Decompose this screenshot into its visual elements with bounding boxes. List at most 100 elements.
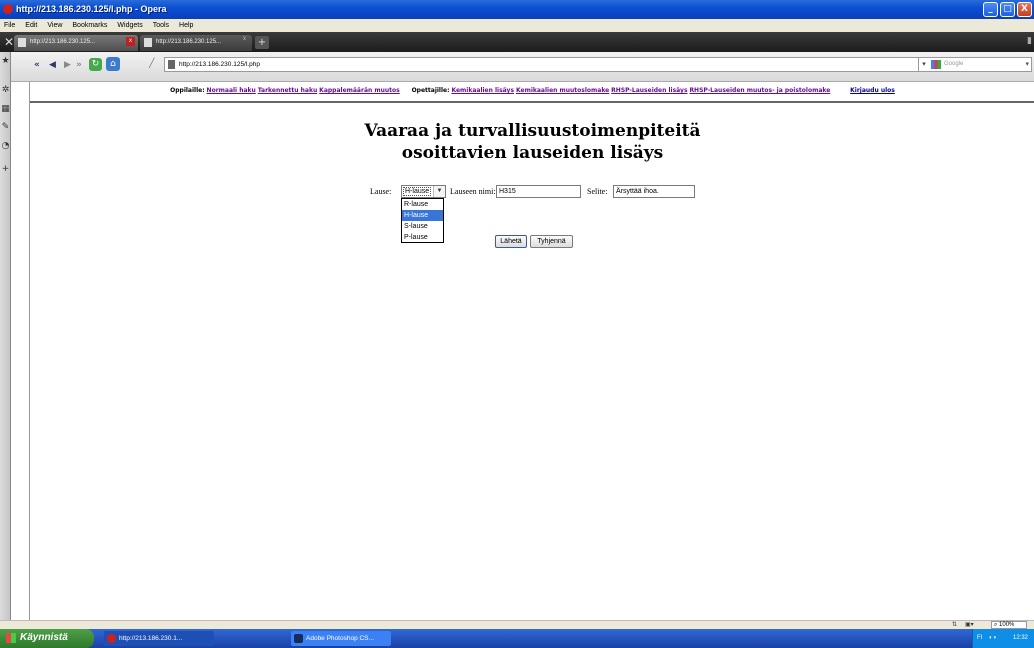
tab-2[interactable]: http://213.186.230.125... x [140,35,252,51]
option-r-lause[interactable]: R-lause [402,199,443,210]
opera-icon [3,4,13,14]
page-title-line-1: Vaaraa ja turvallisuustoimenpiteitä [364,121,701,141]
chevron-down-icon[interactable]: ▼ [433,186,445,197]
status-bar: ⇅ ▣▾ ⌕ 100% [0,620,1034,629]
link-logout[interactable]: Kirjaudu ulos [850,87,895,94]
minimize-button[interactable]: _ [983,2,998,17]
taskbar-item-photoshop[interactable]: Adobe Photoshop CS... [291,631,391,646]
page-title: Vaaraa ja turvallisuustoimenpiteitä osoi… [30,120,1034,164]
close-button[interactable]: X [1017,2,1032,17]
window-title: http://213.186.230.125/l.php - Opera [16,4,167,14]
tab-menu-icon[interactable]: ▮ [1027,36,1032,46]
option-s-lause[interactable]: S-lause [402,221,443,232]
tray-icons[interactable]: ◐◑ [989,635,996,641]
phrase-name-label: Lauseen nimi: [450,187,496,196]
google-icon [931,60,941,69]
rewind-icon[interactable]: « [34,60,40,70]
page-icon [18,38,26,47]
forward-icon[interactable]: ▶ [64,60,71,70]
notes-icon[interactable]: ✎ [0,122,11,132]
page-icon [144,38,152,47]
phrase-type-select[interactable]: H-lause ▼ [401,185,446,198]
language-indicator[interactable]: FI [977,635,982,641]
menu-bookmarks[interactable]: Bookmarks [72,22,107,29]
transfer-icon[interactable]: ⇅ [952,621,957,628]
menu-widgets[interactable]: Widgets [117,22,142,29]
page-icon [168,60,175,69]
tab-close-button[interactable]: x [240,35,249,44]
option-h-lause[interactable]: H-lause [402,210,443,221]
tab-1[interactable]: http://213.186.230.125... x [14,35,138,51]
tab-bar: ✕ http://213.186.230.125... x http://213… [0,32,1034,52]
window-controls: _ □ X [983,2,1032,17]
page-title-line-2: osoittavien lauseiden lisäys [401,143,664,163]
system-tray: FI ◐◑ 12:32 [972,629,1034,648]
menu-view[interactable]: View [47,22,62,29]
zoom-level: 100% [999,622,1015,628]
bookmarks-icon[interactable]: ★ [0,56,11,66]
search-placeholder: Google [944,61,964,67]
menu-file[interactable]: File [4,22,15,29]
side-panel: ★ ✲ ▦ ✎ ◔ + [0,52,11,628]
clock: 12:32 [1013,635,1029,641]
history-icon[interactable]: ◔ [0,141,11,151]
wand-icon[interactable]: ╱ [149,59,154,69]
link-rhsp-edit-delete-form[interactable]: RHSP-Lauseiden muutos- ja poistolomake [689,87,830,94]
view-icon[interactable]: ▣▾ [965,621,974,628]
fast-forward-icon[interactable]: » [76,60,82,70]
phrase-type-value: H-lause [403,187,432,196]
back-icon[interactable]: ◀ [49,60,56,70]
link-advanced-search[interactable]: Tarkennettu haku [258,87,318,94]
search-field[interactable]: ▾ Google ▾ [918,57,1032,72]
zoom-control[interactable]: ⌕ 100% [991,621,1027,629]
start-button[interactable]: Käynnistä [0,629,94,648]
submit-button[interactable]: Lähetä [495,235,527,248]
photoshop-icon [294,634,303,643]
chevron-down-icon[interactable]: ▾ [919,58,929,71]
menu-edit[interactable]: Edit [25,22,37,29]
phrase-type-options: R-lause H-lause S-lause P-lause [401,198,444,243]
downloads-icon[interactable]: ▦ [0,104,11,114]
address-field[interactable]: http://213.186.230.125/l.php [164,57,934,72]
teachers-label: Opettajille: [411,87,450,94]
address-toolbar: « ◀ ▶ » ↻ ⌂ ╱ http://213.186.230.125/l.p… [0,52,1034,82]
tab-label: http://213.186.230.125... [30,39,96,45]
menu-bar: File Edit View Bookmarks Widgets Tools H… [0,19,1034,32]
link-chemicals-edit-form[interactable]: Kemikaalien muutoslomake [516,87,609,94]
home-icon[interactable]: ⌂ [106,57,120,71]
phrase-name-input[interactable]: H315 [496,185,581,198]
top-navigation: Oppilaille: Normaali haku Tarkennettu ha… [30,87,1034,94]
reload-icon[interactable]: ↻ [89,58,102,71]
phrase-type-label: Lause: [370,187,392,196]
chevron-down-icon[interactable]: ▾ [1025,60,1029,68]
menu-help[interactable]: Help [179,22,193,29]
taskbar-item-opera[interactable]: http://213.186.230.1... [104,631,214,646]
option-p-lause[interactable]: P-lause [402,232,443,243]
taskbar-item-label: http://213.186.230.1... [119,635,183,642]
link-add-chemicals[interactable]: Kemikaalien lisäys [451,87,514,94]
divider [30,101,1034,103]
maximize-button[interactable]: □ [1000,2,1015,17]
students-label: Oppilaille: [170,87,205,94]
windows-logo-icon [6,633,16,643]
taskbar: Käynnistä http://213.186.230.1... Adobe … [0,629,1034,648]
link-add-rhsp-phrases[interactable]: RHSP-Lauseiden lisäys [611,87,687,94]
tab-label: http://213.186.230.125... [156,39,222,45]
address-url: http://213.186.230.125/l.php [179,61,260,68]
description-label: Selite: [587,187,608,196]
tools-icon[interactable]: ✕ [4,35,14,49]
add-panel-icon[interactable]: + [0,164,11,174]
page-content: Oppilaille: Normaali haku Tarkennettu ha… [29,82,1034,620]
link-normal-search[interactable]: Normaali haku [207,87,256,94]
widgets-icon[interactable]: ✲ [0,85,11,95]
start-label: Käynnistä [20,632,68,643]
new-tab-button[interactable]: + [255,36,269,49]
opera-icon [107,634,116,643]
window-titlebar: http://213.186.230.125/l.php - Opera _ □… [0,0,1034,19]
description-input[interactable]: Ärsyttää ihoa. [613,185,695,198]
tab-close-button[interactable]: x [126,37,135,46]
menu-tools[interactable]: Tools [153,22,169,29]
reset-button[interactable]: Tyhjennä [530,235,573,248]
link-quantity-change[interactable]: Kappalemäärän muutos [319,87,400,94]
taskbar-item-label: Adobe Photoshop CS... [306,635,374,642]
